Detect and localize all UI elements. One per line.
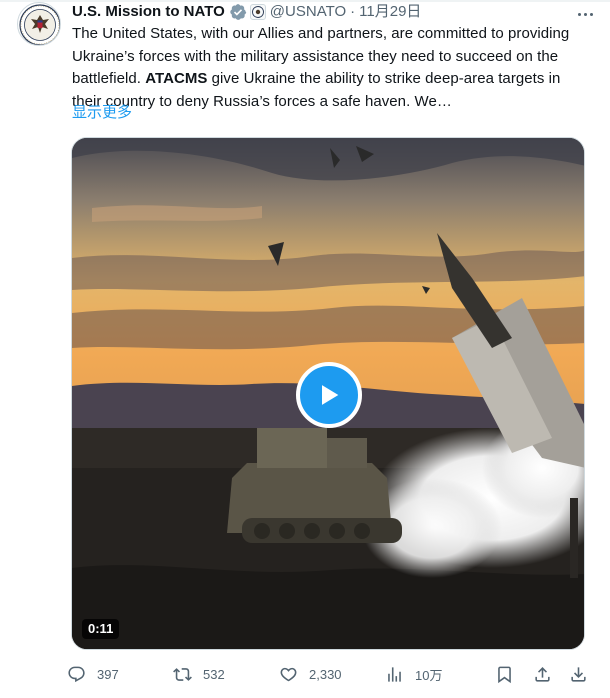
share-button[interactable]	[569, 660, 588, 688]
play-button[interactable]	[296, 362, 362, 428]
repost-icon	[173, 667, 192, 681]
upload-icon	[535, 666, 550, 682]
seal-icon	[19, 4, 60, 45]
separator-dot: ·	[350, 3, 356, 20]
tweet-date[interactable]: 11月29日	[359, 2, 421, 22]
reply-button[interactable]: 397	[67, 660, 119, 688]
like-button[interactable]: 2,330	[279, 660, 342, 688]
bookmark-icon	[498, 666, 511, 683]
video-player[interactable]: 0:11	[71, 137, 585, 650]
share-icon	[571, 666, 586, 682]
repost-button[interactable]: 532	[173, 660, 225, 688]
author-name[interactable]: U.S. Mission to NATO	[72, 2, 225, 22]
author-handle[interactable]: @USNATO	[270, 2, 346, 22]
show-more-link[interactable]: 显示更多	[72, 103, 132, 123]
reply-icon	[68, 666, 85, 682]
views-count: 10万	[415, 667, 443, 683]
tweet-text-bold: ATACMS	[145, 70, 208, 87]
avatar[interactable]	[17, 2, 61, 46]
like-icon	[280, 667, 297, 681]
more-icon[interactable]	[574, 4, 596, 24]
tweet[interactable]: U.S. Mission to NATO @USNATO · 11月29日 Th…	[0, 0, 610, 698]
upload-button[interactable]	[533, 660, 552, 688]
bookmark-button[interactable]	[495, 660, 514, 688]
video-duration: 0:11	[82, 619, 120, 639]
verified-badge-icon[interactable]	[229, 3, 247, 21]
tweet-text: The United States, with our Allies and p…	[72, 23, 592, 113]
action-bar: 397 532 2,330 10万	[67, 660, 592, 688]
reply-count: 397	[97, 666, 119, 682]
play-icon	[322, 385, 339, 405]
tweet-header: U.S. Mission to NATO @USNATO · 11月29日	[72, 2, 421, 22]
like-count: 2,330	[309, 666, 342, 682]
views-button[interactable]: 10万	[385, 660, 442, 688]
views-icon	[388, 666, 401, 682]
repost-count: 532	[203, 666, 225, 682]
government-badge-icon	[249, 4, 266, 20]
